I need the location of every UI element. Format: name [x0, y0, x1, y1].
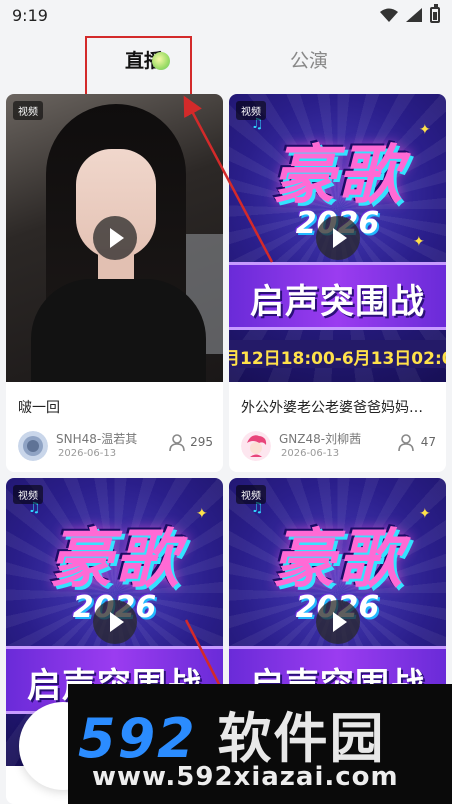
status-bar: 9:19	[0, 0, 452, 32]
watermark-number: 592	[78, 707, 197, 770]
annotation-highlight-box	[85, 36, 192, 96]
play-icon[interactable]	[315, 600, 360, 644]
poster-date: 月12日18:00-6月13日02:0	[229, 349, 446, 369]
viewer-count: 47	[420, 435, 436, 449]
viewer-count: 295	[190, 435, 213, 449]
person-icon	[398, 434, 414, 452]
video-thumbnail[interactable]: 视频	[6, 94, 223, 382]
wifi-icon	[380, 8, 398, 22]
thumbnail-figure-shirt	[31, 279, 206, 382]
video-badge: 视频	[13, 101, 43, 120]
person-icon	[169, 434, 185, 452]
play-icon[interactable]	[92, 600, 137, 644]
signal-icon	[406, 8, 422, 22]
status-time: 9:19	[12, 6, 48, 25]
poster-title: 豪歌	[271, 523, 404, 597]
post-date: 2026-06-13	[281, 448, 340, 459]
tab-bar: 直播 公演	[0, 36, 452, 92]
play-icon[interactable]	[315, 216, 360, 260]
watermark-url: www.592xiazai.com	[92, 762, 399, 792]
author-name[interactable]: GNZ48-刘柳茜	[279, 430, 361, 447]
video-card[interactable]: 视频 啵一回 SNH48-温若其 2026-06-13 295	[6, 94, 223, 472]
watermark: 592 软件园 www.592xiazai.com	[68, 684, 452, 804]
card-title[interactable]: 啵一回	[18, 397, 213, 417]
video-badge: 视频	[236, 485, 266, 504]
poster-title: 豪歌	[271, 139, 404, 213]
video-thumbnail[interactable]: ♫ ✦ ✦ 豪歌 2026 启声突围战 月12日18:00-6月13日02:0 …	[229, 94, 446, 382]
post-date: 2026-06-13	[58, 448, 117, 459]
video-badge: 视频	[13, 485, 43, 504]
play-icon[interactable]	[92, 216, 137, 260]
watermark-text: 软件园	[217, 707, 386, 770]
video-badge: 视频	[236, 101, 266, 120]
tab-performance[interactable]: 公演	[290, 46, 328, 73]
status-icons	[380, 4, 440, 23]
avatar[interactable]	[18, 431, 48, 461]
author-name[interactable]: SNH48-温若其	[56, 430, 137, 447]
poster-title: 豪歌	[48, 523, 181, 597]
poster-subtitle: 启声突围战	[250, 282, 425, 322]
battery-icon	[430, 4, 440, 23]
card-title[interactable]: 外公外婆老公老婆爸爸妈妈…	[241, 397, 436, 417]
video-card[interactable]: ♫ ✦ ✦ 豪歌 2026 启声突围战 月12日18:00-6月13日02:0 …	[229, 94, 446, 472]
avatar[interactable]	[241, 431, 271, 461]
